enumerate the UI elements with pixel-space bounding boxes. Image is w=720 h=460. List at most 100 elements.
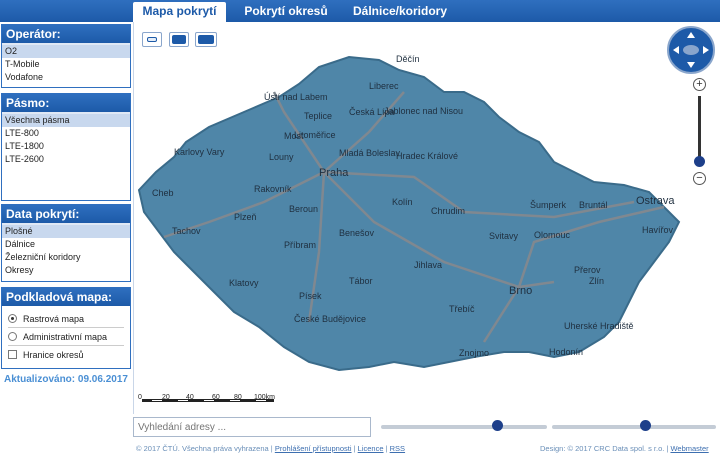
- footer-link-license[interactable]: Licence: [358, 444, 384, 453]
- band-panel: Pásmo: Všechna pásma LTE-800 LTE-1800 LT…: [1, 93, 131, 201]
- scale-label-100km: 100km: [254, 394, 276, 401]
- opacity-slider-2[interactable]: [552, 425, 716, 429]
- city-label: Šumperk: [530, 200, 567, 210]
- districts-label: Hranice okresů: [23, 349, 84, 360]
- zoom-in-button[interactable]: +: [693, 78, 706, 91]
- city-label: Beroun: [289, 204, 318, 214]
- city-label: Česká Lípa: [349, 107, 395, 117]
- city-label: Benešov: [339, 228, 375, 238]
- map-view[interactable]: Ústí nad Labem Liberec Děčín Jablonec nad N…: [133, 22, 720, 414]
- city-label: Ostrava: [636, 195, 675, 207]
- city-label: Písek: [299, 291, 322, 301]
- city-label: Klatovy: [229, 278, 259, 288]
- city-label: Mladá Boleslav: [339, 148, 401, 158]
- raster-label: Rastrová mapa: [23, 313, 85, 324]
- coverage-item-rail[interactable]: Železniční koridory: [2, 251, 130, 264]
- raster-radio[interactable]: [8, 314, 17, 323]
- city-label: Jihlava: [414, 260, 442, 270]
- city-label: Příbram: [284, 240, 316, 250]
- band-title: Pásmo:: [2, 94, 130, 112]
- city-label: Praha: [319, 167, 349, 179]
- basemap-options: Rastrová mapa Administrativní mapa Hrani…: [2, 306, 130, 363]
- band-list: Všechna pásma LTE-800 LTE-1800 LTE-2600: [2, 112, 130, 166]
- city-label: Znojmo: [459, 348, 489, 358]
- city-label: Svitavy: [489, 231, 519, 241]
- footer-design: Design: © 2017 CRC Data spol. s r.o.: [540, 444, 665, 453]
- city-label: Hradec Králové: [396, 151, 458, 161]
- scale-label-80: 80: [234, 394, 242, 401]
- city-label: Uherské Hradiště: [564, 321, 634, 331]
- city-label: Ústí nad Labem: [264, 92, 328, 102]
- tab-district-coverage[interactable]: Pokrytí okresů: [236, 2, 336, 22]
- band-item-lte-800[interactable]: LTE-800: [2, 127, 130, 140]
- pan-navigation-control[interactable]: [667, 26, 715, 74]
- footer-copyright: © 2017 ČTÚ. Všechna práva vyhrazena: [136, 444, 269, 453]
- city-label: Liberec: [369, 81, 399, 91]
- city-label: Jablonec nad Nisou: [384, 106, 463, 116]
- band-item-lte-1800[interactable]: LTE-1800: [2, 140, 130, 153]
- coverage-item-highways[interactable]: Dálnice: [2, 238, 130, 251]
- admin-radio[interactable]: [8, 332, 17, 341]
- city-label: Chrudim: [431, 206, 465, 216]
- operator-item-vodafone[interactable]: Vodafone: [2, 71, 130, 84]
- footer-link-accessibility[interactable]: Prohlášení přístupnosti: [275, 444, 352, 453]
- country-map: Ústí nad Labem Liberec Děčín Jablonec nad N…: [137, 54, 681, 372]
- admin-label: Administrativní mapa: [23, 331, 108, 342]
- city-label: Tachov: [172, 226, 201, 236]
- coverage-title: Data pokrytí:: [2, 205, 130, 223]
- city-label: Louny: [269, 152, 294, 162]
- tab-highways-corridors[interactable]: Dálnice/koridory: [346, 2, 454, 22]
- city-label: Přerov: [574, 265, 601, 275]
- city-label: České Budějovice: [294, 314, 366, 324]
- updated-date: 09.06.2017: [77, 374, 128, 385]
- band-item-all[interactable]: Všechna pásma: [2, 114, 130, 127]
- city-label: Třebíč: [449, 304, 475, 314]
- city-label: Litoměřice: [294, 130, 336, 140]
- city-label: Brno: [509, 285, 532, 297]
- districts-checkbox[interactable]: [8, 350, 17, 359]
- tab-coverage-map[interactable]: Mapa pokrytí: [133, 2, 226, 22]
- scale-label-20: 20: [162, 394, 170, 401]
- opacity-slider-1-knob[interactable]: [492, 420, 504, 431]
- scale-label-60: 60: [212, 394, 220, 401]
- footer-left: © 2017 ČTÚ. Všechna práva vyhrazena | Pr…: [136, 444, 406, 453]
- band-item-lte-2600[interactable]: LTE-2600: [2, 153, 130, 166]
- districts-option[interactable]: Hranice okresů: [2, 346, 130, 363]
- opacity-slider-2-knob[interactable]: [640, 420, 652, 431]
- updated-label: Aktualizováno:: [4, 374, 76, 385]
- city-label: Zlín: [589, 276, 604, 286]
- coverage-item-districts[interactable]: Okresy: [2, 264, 130, 277]
- last-updated: Aktualizováno: 09.06.2017: [4, 374, 128, 385]
- zoom-out-button[interactable]: −: [693, 172, 706, 185]
- scale-label-0: 0: [138, 394, 142, 401]
- operator-list: O2 T-Mobile Vodafone: [2, 43, 130, 84]
- city-label: Bruntál: [579, 200, 608, 210]
- opacity-slider-1[interactable]: [381, 425, 547, 429]
- operator-item-o2[interactable]: O2: [2, 45, 130, 58]
- operator-title: Operátor:: [2, 25, 130, 43]
- city-label: Plzeň: [234, 212, 257, 222]
- operator-item-t-mobile[interactable]: T-Mobile: [2, 58, 130, 71]
- city-label: Havířov: [642, 225, 674, 235]
- city-label: Děčín: [396, 54, 420, 64]
- address-search-input[interactable]: [133, 417, 371, 437]
- city-label: Karlovy Vary: [174, 147, 225, 157]
- city-label: Rakovník: [254, 184, 292, 194]
- footer-link-rss[interactable]: RSS: [390, 444, 405, 453]
- pan-arrows-icon: [673, 32, 709, 68]
- footer-webmaster[interactable]: Webmaster: [670, 444, 708, 453]
- city-label: Kolín: [392, 197, 413, 207]
- admin-map-option[interactable]: Administrativní mapa: [2, 328, 130, 345]
- coverage-panel: Data pokrytí: Plošné Dálnice Železniční …: [1, 204, 131, 282]
- footer-right: Design: © 2017 CRC Data spol. s r.o. | W…: [540, 444, 709, 453]
- basemap-panel: Podkladová mapa: Rastrová mapa Administr…: [1, 287, 131, 369]
- coverage-list: Plošné Dálnice Železniční koridory Okres…: [2, 223, 130, 277]
- raster-map-option[interactable]: Rastrová mapa: [2, 310, 130, 327]
- coverage-item-area[interactable]: Plošné: [2, 225, 130, 238]
- basemap-title: Podkladová mapa:: [2, 288, 130, 306]
- city-label: Tábor: [349, 276, 373, 286]
- top-tab-bar: Mapa pokrytí Pokrytí okresů Dálnice/kori…: [0, 0, 720, 22]
- city-label: Cheb: [152, 188, 174, 198]
- operator-panel: Operátor: O2 T-Mobile Vodafone: [1, 24, 131, 88]
- zoom-slider-knob[interactable]: [694, 156, 705, 167]
